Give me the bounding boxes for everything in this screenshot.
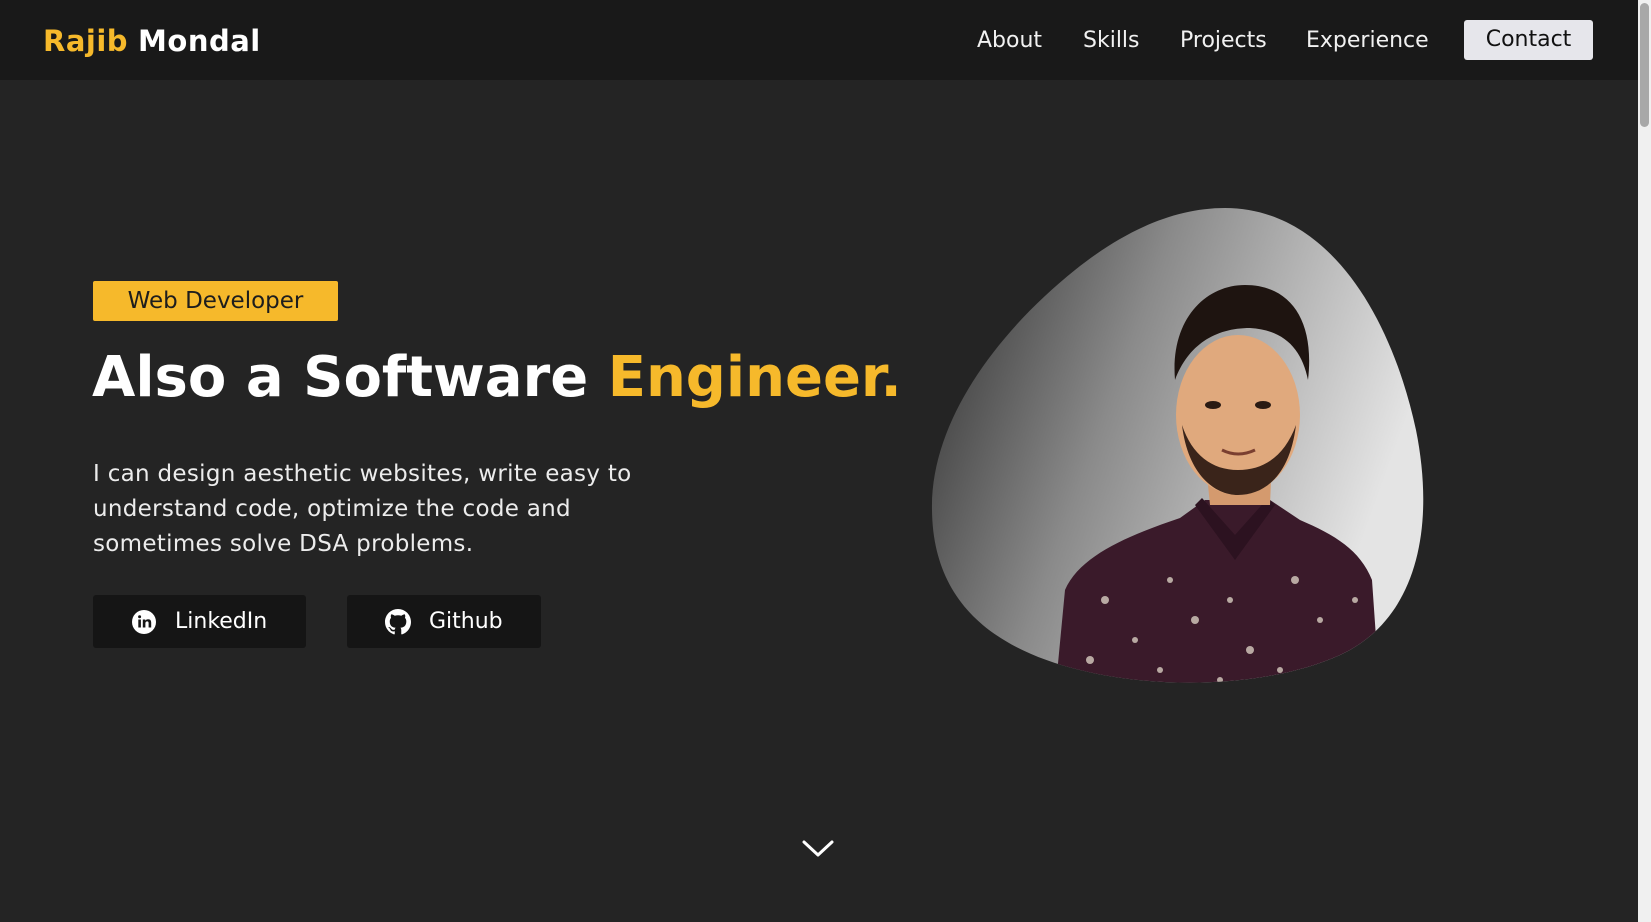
nav-link-experience[interactable]: Experience (1306, 27, 1429, 55)
scrollbar-thumb[interactable] (1640, 3, 1649, 127)
github-button[interactable]: Github (347, 595, 541, 648)
linkedin-icon (132, 610, 156, 634)
profile-photo (931, 208, 1424, 683)
chevron-down-icon[interactable] (800, 836, 836, 860)
brand-first-name: Rajib (43, 24, 129, 58)
page: Rajib Mondal About Skills Projects Experi… (0, 0, 1638, 922)
contact-button[interactable]: Contact (1464, 20, 1593, 60)
github-button-label: Github (429, 609, 503, 634)
hero-intro: I can design aesthetic websites, write e… (93, 461, 632, 557)
linkedin-button-label: LinkedIn (175, 609, 268, 634)
nav-link-about[interactable]: About (977, 27, 1042, 55)
role-badge: Web Developer (93, 281, 338, 321)
headline-main: Also a Software (92, 345, 608, 410)
brand-logo[interactable]: Rajib Mondal (43, 22, 261, 60)
nav-link-skills[interactable]: Skills (1083, 27, 1140, 55)
github-icon (385, 609, 411, 635)
page-scrollbar[interactable] (1638, 0, 1651, 922)
navbar: Rajib Mondal About Skills Projects Experi… (0, 0, 1638, 80)
nav-link-projects[interactable]: Projects (1180, 27, 1267, 55)
brand-last-name: Mondal (138, 24, 261, 58)
headline-accent: Engineer. (607, 345, 902, 410)
linkedin-button[interactable]: LinkedIn (93, 595, 306, 648)
hero-headline: Also a Software Engineer. (92, 342, 902, 414)
